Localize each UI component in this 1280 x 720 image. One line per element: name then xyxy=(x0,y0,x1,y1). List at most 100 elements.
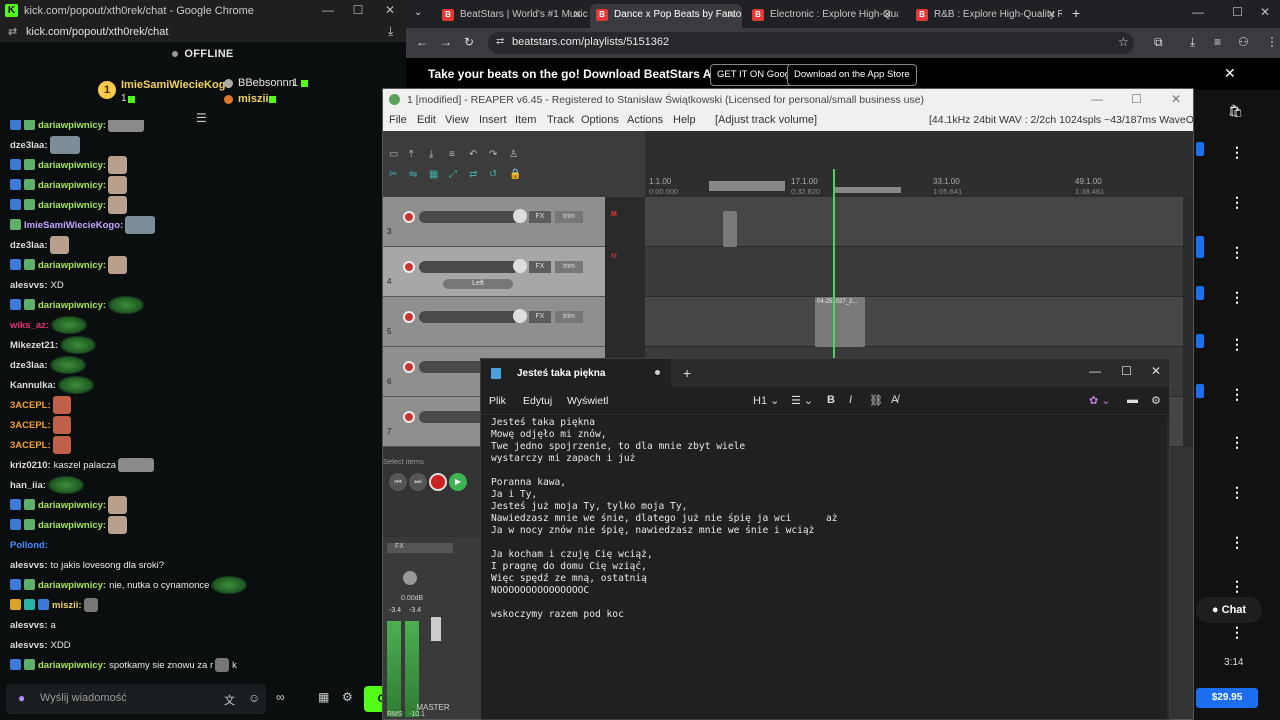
profile-icon[interactable]: ⚇ xyxy=(1238,35,1249,49)
track-header[interactable]: 5 FX trim xyxy=(383,297,605,347)
menu-edit[interactable]: Edytuj xyxy=(523,395,552,407)
record-button[interactable] xyxy=(429,473,447,491)
second-gifter-name[interactable]: BBebsonnn xyxy=(238,77,295,89)
audio-item[interactable]: 04-251027_2... xyxy=(815,297,865,347)
minimize-icon[interactable]: — xyxy=(1091,92,1103,106)
trim-button[interactable]: trim xyxy=(555,311,583,323)
master-fader[interactable] xyxy=(431,617,441,641)
volume-knob[interactable] xyxy=(513,209,527,223)
browser-tab[interactable]: B BeatStars | World's #1 Music M ✕ xyxy=(436,4,588,28)
more-options-icon[interactable]: ⋮ xyxy=(1230,144,1244,161)
chat-username[interactable]: Mikezet21: xyxy=(10,340,58,351)
record-arm-button[interactable] xyxy=(403,311,415,323)
more-options-icon[interactable]: ⋮ xyxy=(1230,336,1244,353)
maximize-icon[interactable]: ☐ xyxy=(1131,92,1142,106)
chat-button[interactable]: ● Chat xyxy=(1196,597,1262,623)
browser-tab[interactable]: B R&B : Explore High-Quality R& ✕ xyxy=(910,4,1062,28)
trim-button[interactable]: trim xyxy=(555,211,583,223)
browser-tab[interactable]: B Dance x Pop Beats by Fantom ✕ xyxy=(590,4,742,28)
fx-button[interactable]: FX xyxy=(387,543,453,553)
maximize-icon[interactable]: ☐ xyxy=(348,3,368,19)
translate-icon[interactable]: 文 xyxy=(224,692,235,708)
record-arm-button[interactable] xyxy=(403,361,415,373)
open-project-icon[interactable]: ⤒ xyxy=(409,149,423,161)
top-gifter-name[interactable]: ImieSamiWiecieKogo xyxy=(121,79,232,91)
loop-icon[interactable]: ↺ xyxy=(489,169,503,181)
download-icon[interactable]: ⤓ xyxy=(1190,35,1195,50)
menu-view[interactable]: Wyświetl xyxy=(567,395,608,407)
emoji-icon[interactable]: ☺ xyxy=(248,691,260,705)
track-name-field[interactable] xyxy=(419,261,519,273)
reaper-menu-item[interactable]: Actions xyxy=(627,114,663,126)
chat-username[interactable]: dariawpiwnicy: xyxy=(38,120,106,131)
chat-username[interactable]: alesvvs: xyxy=(10,560,48,571)
chat-username[interactable]: 3ACEPL: xyxy=(10,400,51,411)
close-icon[interactable]: ✕ xyxy=(1151,364,1161,378)
track-name-field[interactable] xyxy=(419,311,519,323)
chat-username[interactable]: Kannulka: xyxy=(10,380,56,391)
browser-tab[interactable]: B Electronic : Explore High-Qualit ✕ xyxy=(746,4,898,28)
chat-username[interactable]: dariawpiwnicy: xyxy=(38,180,106,191)
vertical-scrollbar[interactable] xyxy=(1183,197,1193,447)
fx-button[interactable]: FX xyxy=(529,261,551,273)
chat-username[interactable]: 3ACEPL: xyxy=(10,420,51,431)
more-options-icon[interactable]: ⋮ xyxy=(1230,434,1244,451)
notepad-editor[interactable]: Jesteś taka piękna Mowę odjęło mi znów, … xyxy=(491,417,1151,717)
minimize-icon[interactable]: — xyxy=(1089,364,1101,378)
chat-username[interactable]: dariawpiwnicy: xyxy=(38,300,106,311)
new-project-icon[interactable]: ▭ xyxy=(389,149,403,161)
copilot-icon[interactable]: ✿ ⌄ xyxy=(1089,394,1111,407)
snap-icon[interactable]: ⇄ xyxy=(469,169,483,181)
grouping-icon[interactable]: ⇋ xyxy=(409,169,423,181)
minimize-icon[interactable]: — xyxy=(318,3,338,19)
chat-username[interactable]: dze3laa: xyxy=(10,360,48,371)
record-arm-button[interactable] xyxy=(403,411,415,423)
close-tab-icon[interactable]: ✕ xyxy=(883,4,892,26)
tab-search-icon[interactable]: ⌄ xyxy=(414,7,422,18)
close-tab-icon[interactable]: ✕ xyxy=(1047,4,1056,26)
mute-icon[interactable]: M xyxy=(611,253,617,260)
lock-icon[interactable]: 🔒 xyxy=(509,169,523,181)
record-arm-button[interactable] xyxy=(403,211,415,223)
reaper-menu-item[interactable]: Edit xyxy=(417,114,436,126)
reaper-menu-item[interactable]: Item xyxy=(515,114,536,126)
more-options-icon[interactable]: ⋮ xyxy=(1230,386,1244,403)
pan-label[interactable]: Left xyxy=(443,279,513,289)
more-options-icon[interactable]: ⋮ xyxy=(1230,244,1244,261)
more-options-icon[interactable]: ⋮ xyxy=(1230,534,1244,551)
envelope-icon[interactable]: ⤢ xyxy=(449,169,463,181)
price-button[interactable]: $29.95 xyxy=(1196,688,1258,708)
record-arm-button[interactable] xyxy=(403,261,415,273)
notepad-scrollbar[interactable] xyxy=(1167,419,1169,719)
new-tab-icon[interactable]: + xyxy=(1072,5,1080,21)
site-info-icon[interactable]: ⇄ xyxy=(8,25,17,38)
chat-input[interactable]: ● Wyślij wiadomość 文 ☺ xyxy=(6,684,266,714)
clear-formatting-icon[interactable]: A̸ xyxy=(891,394,898,406)
back-icon[interactable]: ← xyxy=(416,35,428,49)
third-gifter-name[interactable]: miszii xyxy=(238,93,269,105)
track-header[interactable]: 3 FX trim xyxy=(383,197,605,247)
banner-close-icon[interactable]: ✕ xyxy=(1224,65,1236,82)
more-options-icon[interactable]: ⋮ xyxy=(1230,484,1244,501)
playlist-icon[interactable]: ≡ xyxy=(1214,35,1221,49)
address-bar[interactable]: ⇄ beatstars.com/playlists/5151362 ☆ xyxy=(488,32,1134,54)
forward-icon[interactable]: → xyxy=(440,35,452,49)
pan-knob[interactable] xyxy=(403,571,417,585)
store-icon[interactable]: ▦ xyxy=(318,690,329,704)
settings-dots-icon[interactable]: ∞ xyxy=(276,690,285,704)
redo-icon[interactable]: ↷ xyxy=(489,149,503,161)
chat-username[interactable]: kriz0210: xyxy=(10,460,51,471)
go-to-start-icon[interactable]: ⏮ xyxy=(389,473,407,491)
settings-icon[interactable]: ≡ xyxy=(449,149,463,161)
track-name-field[interactable] xyxy=(419,211,519,223)
mic-icon[interactable]: ● xyxy=(18,691,25,705)
chat-username[interactable]: dariawpiwnicy: xyxy=(38,160,106,171)
fx-button[interactable]: FX xyxy=(529,311,551,323)
mute-icon[interactable]: M xyxy=(611,211,617,218)
undo-icon[interactable]: ↶ xyxy=(469,149,483,161)
more-options-icon[interactable]: ⋮ xyxy=(1230,194,1244,211)
chat-username[interactable]: alesvvs: xyxy=(10,640,48,651)
site-info-icon[interactable]: ⇄ xyxy=(496,36,504,47)
bold-icon[interactable]: B xyxy=(827,394,835,406)
chat-username[interactable]: miszii: xyxy=(52,600,82,611)
